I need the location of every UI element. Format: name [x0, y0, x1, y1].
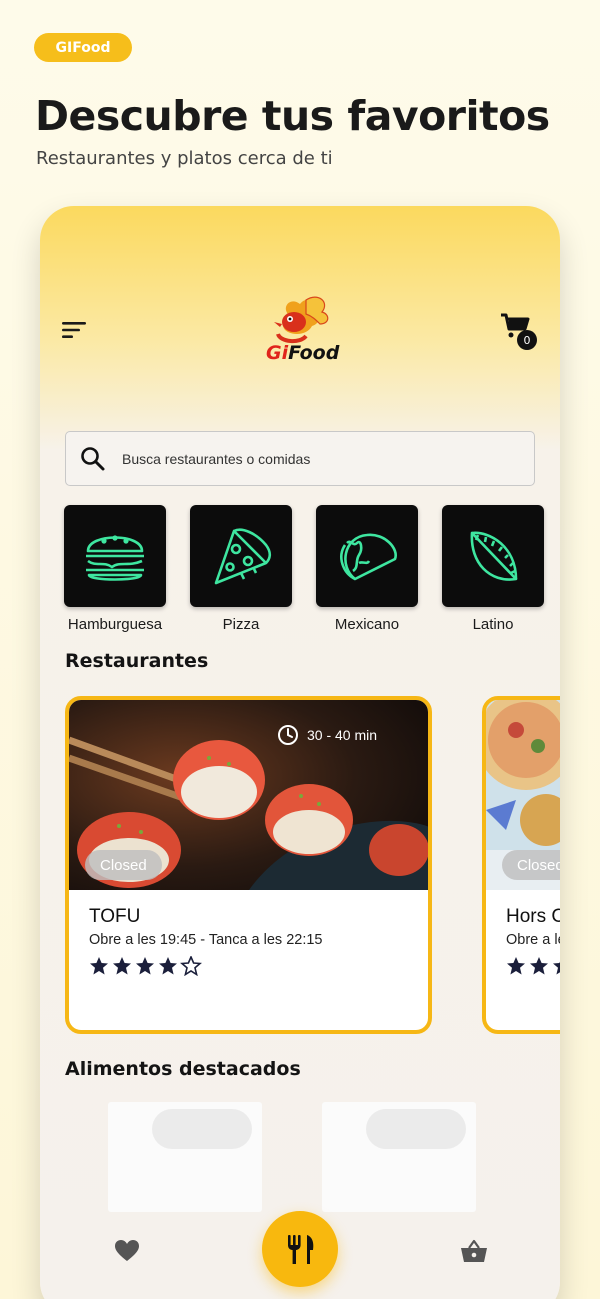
category-pizza[interactable]: Pizza: [190, 505, 292, 633]
hero-subtitle: Restaurantes y platos cerca de ti: [36, 148, 333, 169]
basket-icon[interactable]: [460, 1239, 488, 1263]
category-hamburguesa[interactable]: Hamburguesa: [64, 505, 166, 633]
category-label: Hamburguesa: [67, 616, 163, 633]
category-latino[interactable]: Latino: [442, 505, 544, 633]
restaurant-hours: Obre a le: [506, 932, 560, 948]
restaurants-tab-button[interactable]: [262, 1211, 338, 1287]
search-input[interactable]: [122, 450, 502, 467]
brand-pill: GIFood: [34, 33, 132, 62]
restaurant-card[interactable]: Closed Hors C Obre a le: [482, 696, 560, 1034]
hero-title: Descubre tus favoritos: [35, 92, 550, 140]
delivery-time-badge: 30 - 40 min: [277, 724, 377, 746]
search-bar[interactable]: [65, 431, 535, 486]
logo-text-gi: Gi: [266, 342, 289, 364]
featured-section-title: Alimentos destacados: [65, 1058, 301, 1080]
clock-icon: [278, 725, 298, 745]
gifood-logo: GiFood: [260, 294, 340, 366]
star-rating-icon: [507, 957, 560, 975]
heart-icon[interactable]: [114, 1239, 140, 1263]
loading-placeholder: [152, 1109, 252, 1149]
featured-food-card[interactable]: [108, 1102, 262, 1212]
restaurant-photo: 30 - 40 min Closed: [69, 700, 428, 890]
restaurant-photo: Closed: [486, 700, 560, 890]
logo-text-food: Food: [288, 342, 340, 364]
delivery-time-text: 30 - 40 min: [307, 727, 378, 743]
restaurant-card[interactable]: 30 - 40 min Closed TOFU Obre a les 19:45…: [65, 696, 432, 1034]
cart-count-badge: 0: [517, 330, 537, 350]
category-label: Mexicano: [334, 616, 400, 633]
empanada-icon: [470, 531, 518, 581]
category-mexicano[interactable]: Mexicano: [316, 505, 418, 633]
loading-placeholder: [366, 1109, 466, 1149]
fork-knife-icon: [288, 1235, 314, 1264]
status-badge: Closed: [502, 850, 560, 880]
status-badge: Closed: [85, 850, 162, 880]
phone-frame: GiFood 0 Busca restaurantes o comidas Ha…: [40, 206, 560, 1299]
restaurant-name: TOFU: [89, 906, 141, 927]
bottom-nav: [40, 1206, 560, 1299]
burger-icon: [86, 535, 144, 581]
cart-button[interactable]: 0: [500, 312, 540, 352]
rating-stars: [89, 956, 204, 976]
restaurants-section-title: Restaurantes: [65, 650, 209, 672]
search-icon: [81, 446, 105, 470]
star-rating-icon: [90, 956, 201, 976]
rating-stars: [506, 956, 560, 976]
category-label: Pizza: [222, 616, 260, 633]
featured-food-card[interactable]: [322, 1102, 476, 1212]
pizza-slice-icon: [214, 528, 272, 585]
taco-icon: [340, 533, 397, 581]
restaurant-name: Hors C: [506, 906, 560, 927]
menu-icon[interactable]: [62, 320, 88, 340]
category-label: Latino: [472, 616, 514, 633]
restaurant-hours: Obre a les 19:45 - Tanca a les 22:15: [89, 932, 323, 948]
